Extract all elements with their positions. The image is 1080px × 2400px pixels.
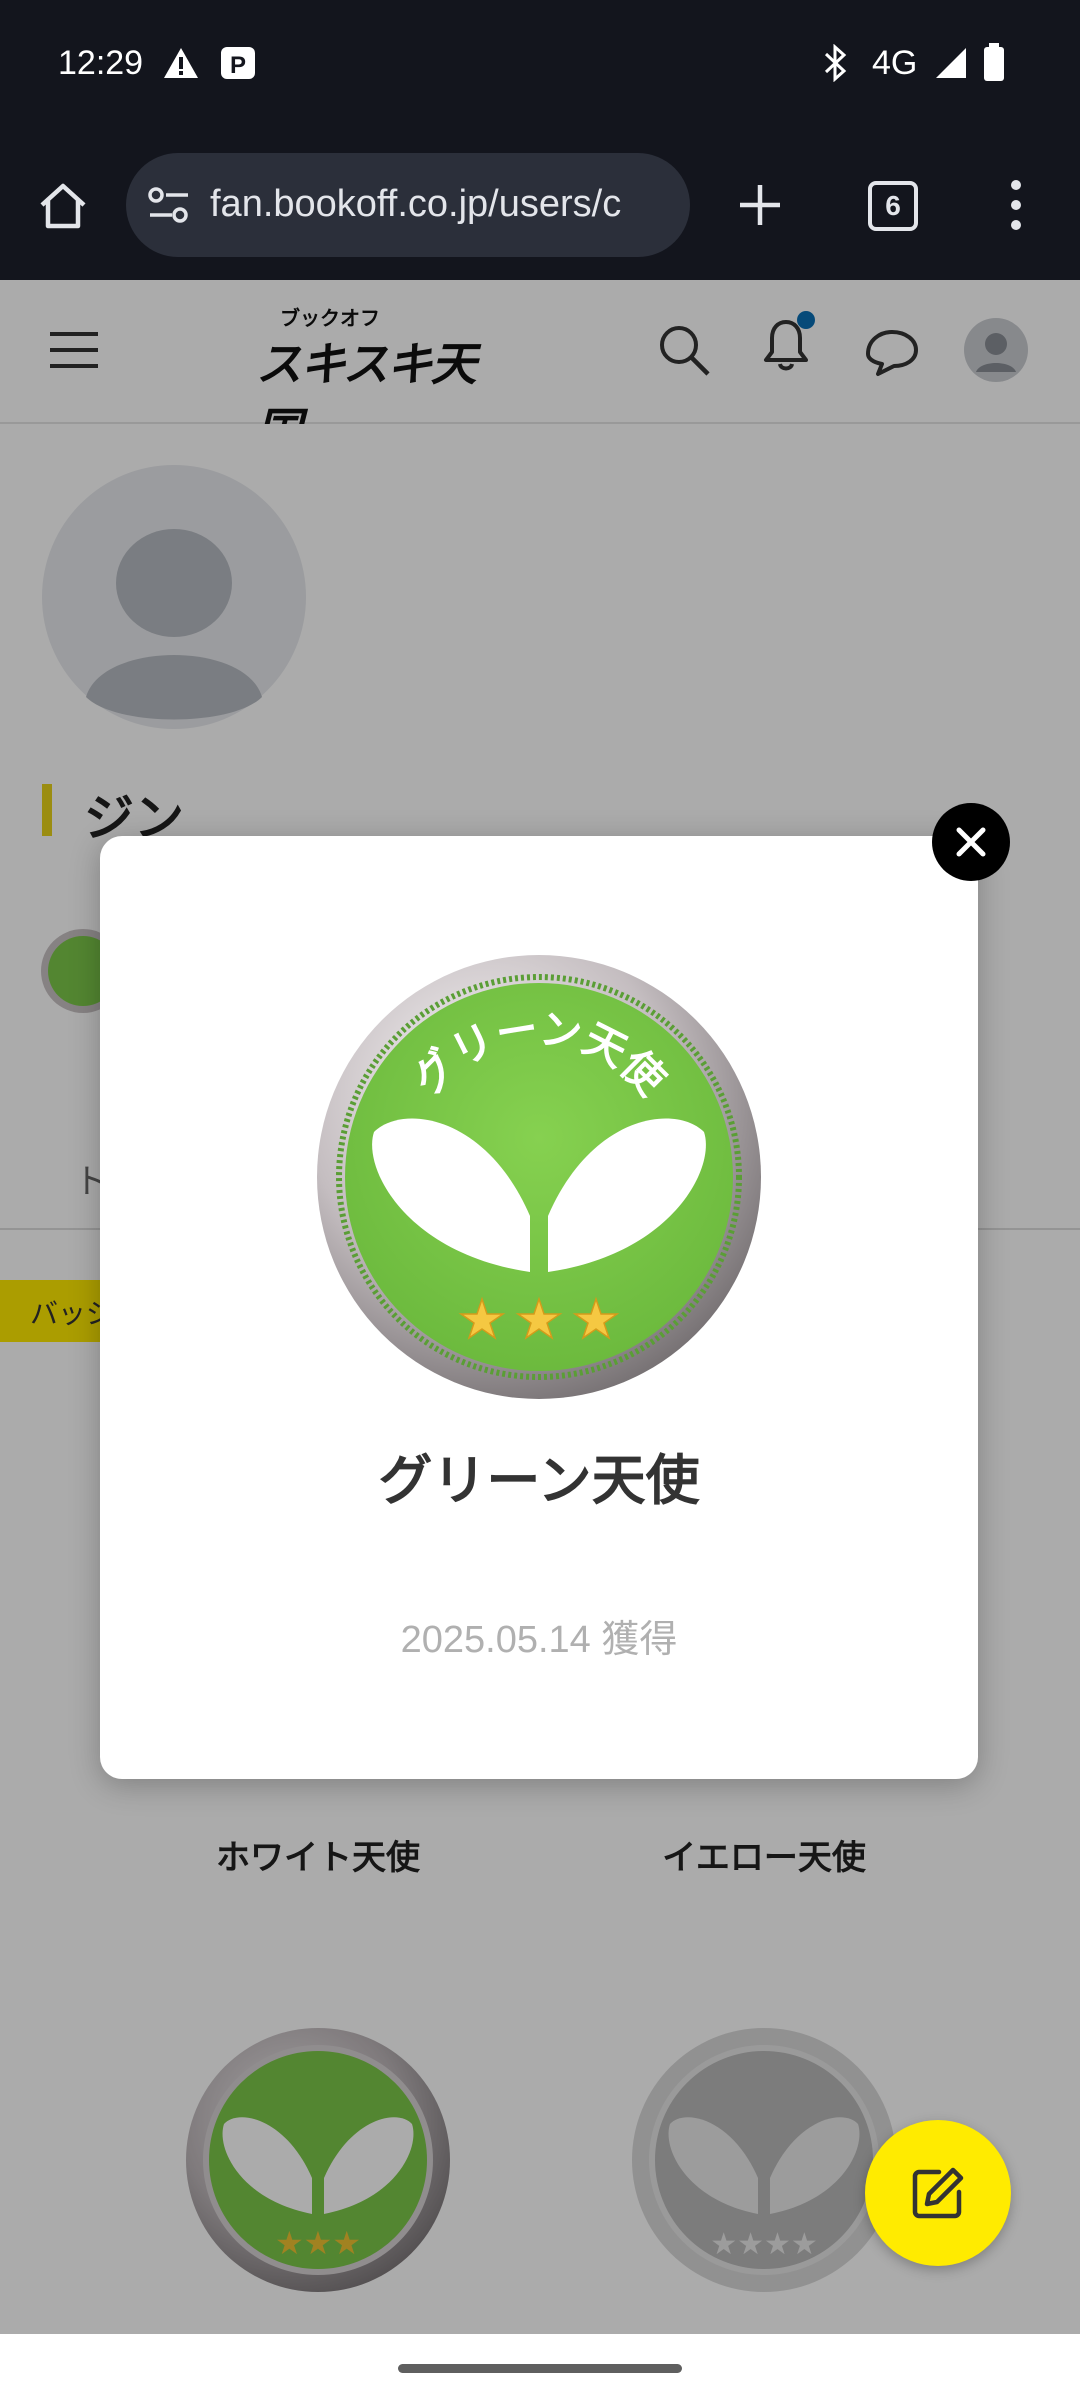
badge-title: グリーン天使 bbox=[378, 1451, 700, 1511]
svg-text:P: P bbox=[230, 52, 246, 79]
status-bar: 12:29 P 4G bbox=[0, 0, 1080, 135]
edit-icon bbox=[912, 2167, 964, 2219]
bluetooth-icon bbox=[824, 44, 847, 82]
close-icon bbox=[956, 827, 986, 857]
modal-close-button[interactable] bbox=[932, 803, 1010, 881]
green-angel-badge-large: グリーン天使 bbox=[317, 955, 761, 1399]
url-text: fan.bookoff.co.jp/users/c bbox=[210, 183, 622, 225]
signal-icon bbox=[936, 48, 966, 78]
tab-switcher-button[interactable]: 6 bbox=[868, 181, 918, 231]
site-settings-icon[interactable] bbox=[146, 183, 192, 227]
badge-acquired-date: 2025.05.14 獲得 bbox=[400, 1619, 678, 1661]
network-type: 4G bbox=[872, 44, 918, 82]
badge-detail-modal: グリーン天使 グリーン天使 2025.05.14 獲得 bbox=[100, 836, 978, 1779]
warning-icon bbox=[164, 48, 198, 78]
compose-button[interactable] bbox=[865, 2120, 1011, 2266]
browser-toolbar: fan.bookoff.co.jp/users/c 6 bbox=[0, 135, 1080, 280]
home-indicator[interactable] bbox=[398, 2364, 682, 2373]
status-time: 12:29 bbox=[58, 44, 144, 82]
home-icon[interactable] bbox=[36, 179, 90, 233]
new-tab-icon[interactable] bbox=[734, 179, 786, 231]
address-bar[interactable]: fan.bookoff.co.jp/users/c bbox=[126, 153, 690, 257]
more-menu-icon[interactable] bbox=[1006, 177, 1026, 233]
parking-icon: P bbox=[221, 47, 255, 79]
battery-icon bbox=[984, 43, 1004, 81]
